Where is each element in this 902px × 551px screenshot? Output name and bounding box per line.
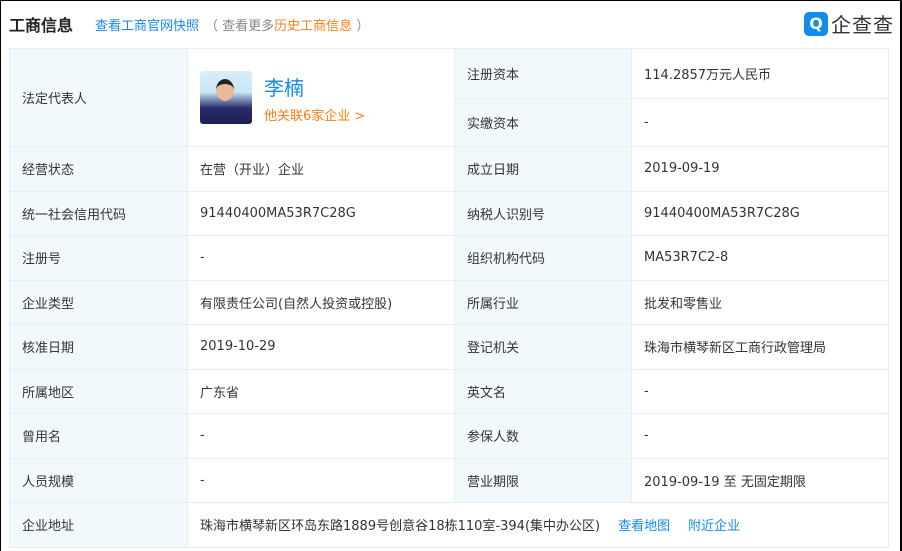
- history-hint: （ 查看更多历史工商信息 ）: [205, 15, 369, 34]
- field-label: 人员规模: [9, 457, 188, 503]
- field-value: MA53R7C2-8: [631, 235, 889, 281]
- value-registered-capital: 114.2857万元人民币: [631, 48, 889, 99]
- field-value: -: [631, 413, 889, 459]
- field-value: 批发和零售业: [631, 279, 889, 325]
- field-value: -: [631, 368, 889, 414]
- field-value: 91440400MA53R7C28G: [187, 190, 455, 236]
- nearby-companies-link[interactable]: 附近企业: [688, 519, 740, 534]
- table-row: 核准日期 2019-10-29 登记机关 珠海市横琴新区工商行政管理局: [9, 324, 889, 370]
- field-label: 所属行业: [454, 279, 632, 325]
- address-cell: 珠海市横琴新区环岛东路1889号创意谷18栋110室-394(集中办公区) 查看地…: [187, 502, 889, 548]
- table-row: 经营状态 在营（开业）企业 成立日期 2019-09-19: [9, 146, 889, 192]
- value-paid-capital: -: [631, 98, 889, 147]
- field-label: 营业期限: [454, 457, 632, 503]
- field-value: 有限责任公司(自然人投资或控股): [187, 279, 455, 325]
- label-address: 企业地址: [9, 502, 188, 548]
- label-registered-capital: 注册资本: [454, 48, 632, 99]
- qichacha-logo-icon: Q: [804, 11, 828, 36]
- address-row: 企业地址 珠海市横琴新区环岛东路1889号创意谷18栋110室-394(集中办公区…: [9, 502, 889, 548]
- section-header: 工商信息 查看工商官网快照 （ 查看更多历史工商信息 ）: [9, 11, 369, 37]
- paren-close: ）: [352, 18, 370, 34]
- snapshot-link[interactable]: 查看工商官网快照: [95, 15, 199, 34]
- label-paid-capital: 实缴资本: [454, 98, 632, 147]
- table-row: 企业类型 有限责任公司(自然人投资或控股) 所属行业 批发和零售业: [9, 279, 889, 325]
- address-value: 珠海市横琴新区环岛东路1889号创意谷18栋110室-394(集中办公区): [200, 519, 601, 535]
- field-label: 参保人数: [454, 413, 632, 459]
- legal-rep-avatar[interactable]: [200, 71, 252, 124]
- field-label: 企业类型: [9, 279, 188, 325]
- section-title: 工商信息: [9, 16, 74, 35]
- field-label: 成立日期: [454, 146, 632, 192]
- label-legal-rep: 法定代表人: [9, 48, 188, 147]
- field-value: -: [187, 235, 455, 281]
- view-map-link[interactable]: 查看地图: [618, 519, 670, 534]
- field-label: 登记机关: [454, 324, 632, 370]
- field-value: 在营（开业）企业: [187, 146, 455, 192]
- field-label: 英文名: [454, 368, 632, 414]
- field-value: 2019-10-29: [187, 324, 455, 370]
- business-info-table: 法定代表人 李楠 他关联6家企业 > 注册资本 114.2857万元人民币 实缴…: [9, 48, 889, 548]
- field-value: 2019-09-19 至 无固定期限: [631, 457, 889, 503]
- field-label: 经营状态: [9, 146, 188, 192]
- field-value: 广东省: [187, 368, 455, 414]
- field-label: 曾用名: [9, 413, 188, 459]
- qichacha-logo: Q 企查查: [804, 9, 894, 38]
- history-link[interactable]: 历史工商信息: [274, 19, 352, 34]
- field-label: 注册号: [9, 235, 188, 281]
- table-row: 曾用名 - 参保人数 -: [9, 413, 889, 459]
- field-label: 统一社会信用代码: [9, 190, 188, 236]
- field-value: 2019-09-19: [631, 146, 889, 192]
- field-label: 所属地区: [9, 368, 188, 414]
- field-value: -: [187, 413, 455, 459]
- field-value: 91440400MA53R7C28G: [631, 190, 889, 236]
- logo-text: 企查查: [831, 13, 894, 37]
- field-label: 组织机构代码: [454, 235, 632, 281]
- field-label: 纳税人识别号: [454, 190, 632, 236]
- field-label: 核准日期: [9, 324, 188, 370]
- legal-rep-name[interactable]: 李楠: [264, 72, 365, 101]
- table-row: 注册号 - 组织机构代码 MA53R7C2-8: [9, 235, 889, 281]
- table-row: 统一社会信用代码 91440400MA53R7C28G 纳税人识别号 91440400…: [9, 190, 889, 236]
- table-row: 所属地区 广东省 英文名 -: [9, 368, 889, 414]
- field-value: 珠海市横琴新区工商行政管理局: [631, 324, 889, 370]
- paren-open: （ 查看更多: [205, 18, 275, 34]
- related-companies-link[interactable]: 他关联6家企业 >: [264, 109, 365, 124]
- field-value: -: [187, 457, 455, 503]
- legal-rep-cell: 李楠 他关联6家企业 >: [187, 48, 455, 147]
- table-row: 人员规模 - 营业期限 2019-09-19 至 无固定期限: [9, 457, 889, 503]
